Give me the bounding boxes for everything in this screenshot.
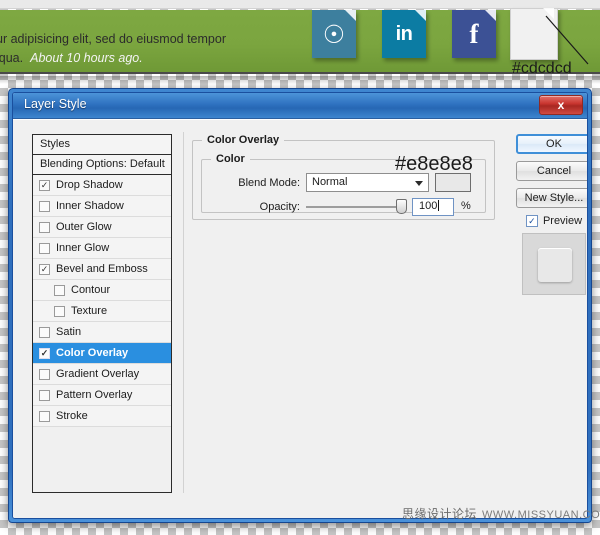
blend-mode-value: Normal: [312, 176, 348, 188]
opacity-slider-track[interactable]: [306, 206, 402, 208]
checkbox-icon[interactable]: [39, 347, 50, 359]
checkbox-icon[interactable]: [54, 305, 65, 317]
chevron-down-icon: [415, 181, 423, 186]
style-row-pattern-overlay[interactable]: Pattern Overlay: [33, 385, 171, 406]
checkbox-icon[interactable]: [39, 242, 50, 254]
tile-fold-corner: [415, 10, 426, 21]
color-subgroup-title: Color: [211, 153, 250, 165]
style-row-label: Drop Shadow: [56, 179, 123, 191]
preview-shape: [538, 248, 572, 282]
cancel-button[interactable]: Cancel: [516, 161, 587, 181]
color-overlay-group: Color Overlay Color #e8e8e8 Blend Mode: …: [192, 134, 495, 220]
checkbox-icon[interactable]: [39, 200, 50, 212]
watermark-url: WWW.MISSYUAN.COM: [482, 509, 600, 521]
checkbox-icon[interactable]: [39, 179, 50, 191]
style-row-contour[interactable]: Contour: [33, 280, 171, 301]
blend-mode-label: Blend Mode:: [238, 177, 300, 189]
style-row-label: Contour: [71, 284, 111, 296]
close-icon[interactable]: x: [539, 95, 583, 115]
style-row-stroke[interactable]: Stroke: [33, 406, 171, 427]
watermark-cn: 思缘设计论坛: [402, 507, 478, 521]
style-row-inner-glow[interactable]: Inner Glow: [33, 238, 171, 259]
style-row-label: Stroke: [56, 410, 88, 422]
checkbox-icon[interactable]: [39, 368, 50, 380]
styles-list-header: Styles: [33, 135, 171, 155]
style-row-drop-shadow[interactable]: Drop Shadow: [33, 175, 171, 196]
layer-style-dialog: Layer Style x Styles Blending Options: D…: [8, 88, 592, 523]
style-row-label: Inner Shadow: [56, 200, 124, 212]
text-caret: [438, 200, 440, 211]
style-row-label: Pattern Overlay: [56, 389, 133, 401]
style-row-label: Satin: [56, 326, 82, 338]
dialog-titlebar[interactable]: Layer Style x: [13, 93, 587, 119]
style-row-satin[interactable]: Satin: [33, 322, 171, 343]
checkbox-icon[interactable]: [39, 389, 50, 401]
new-style-button[interactable]: New Style...: [516, 188, 587, 208]
dialog-inner-frame: Layer Style x Styles Blending Options: D…: [12, 92, 588, 519]
blank-tile[interactable]: [510, 8, 558, 60]
preview-checkbox[interactable]: Preview: [516, 215, 587, 227]
opacity-slider-thumb[interactable]: [396, 199, 407, 214]
style-row-label: Texture: [71, 305, 108, 317]
background-banner: ur adipisicing elit, sed do eiusmod temp…: [0, 0, 600, 84]
banner-line-2-text: iqua.: [0, 51, 24, 65]
checkbox-icon[interactable]: [39, 263, 50, 275]
banner-line-1: ur adipisicing elit, sed do eiusmod temp…: [0, 32, 226, 46]
facebook-tile[interactable]: f: [452, 10, 496, 58]
checkbox-icon[interactable]: [39, 221, 50, 233]
checkbox-icon[interactable]: [54, 284, 65, 296]
ok-button[interactable]: OK: [516, 134, 587, 154]
preview-thumbnail: [522, 233, 586, 295]
style-row-color-overlay[interactable]: Color Overlay: [33, 343, 171, 364]
tile-fold-corner: [345, 10, 356, 21]
watermark: 思缘设计论坛 WWW.MISSYUAN.COM: [402, 505, 600, 522]
twitter-tile[interactable]: ☉: [312, 10, 356, 58]
banner-line-2: iqua. About 10 hours ago.: [0, 49, 296, 68]
style-row-label: Gradient Overlay: [56, 368, 140, 380]
style-row-label: Color Overlay: [56, 347, 129, 359]
blending-options-row[interactable]: Blending Options: Default: [33, 155, 171, 175]
opacity-value: 100: [419, 200, 438, 212]
style-row-label: Bevel and Emboss: [56, 263, 148, 275]
style-row-texture[interactable]: Texture: [33, 301, 171, 322]
dialog-title: Layer Style: [24, 97, 87, 111]
style-row-label: Outer Glow: [56, 221, 112, 233]
color-overlay-panel: Color Overlay Color #e8e8e8 Blend Mode: …: [183, 132, 503, 493]
style-row-outer-glow[interactable]: Outer Glow: [33, 217, 171, 238]
opacity-label: Opacity:: [259, 201, 300, 213]
styles-list-rows: Drop Shadow Inner Shadow Outer Glow Inner G…: [33, 175, 171, 427]
color-overlay-group-title: Color Overlay: [202, 134, 285, 146]
banner-hex-annotation: #cdcdcd: [512, 60, 572, 77]
tile-fold-corner: [543, 8, 554, 19]
screen-root: ur adipisicing elit, sed do eiusmod temp…: [0, 0, 600, 535]
preview-label: Preview: [542, 215, 583, 227]
color-swatch[interactable]: [435, 173, 471, 192]
linkedin-tile[interactable]: in: [382, 10, 426, 58]
banner-timestamp: About 10 hours ago.: [30, 51, 143, 65]
style-row-inner-shadow[interactable]: Inner Shadow: [33, 196, 171, 217]
style-row-bevel-and-emboss[interactable]: Bevel and Emboss: [33, 259, 171, 280]
dialog-button-column: OK Cancel New Style... Preview: [516, 134, 587, 295]
checkbox-icon[interactable]: [39, 326, 50, 338]
opacity-unit: %: [461, 200, 471, 212]
opacity-input[interactable]: 100: [412, 198, 454, 216]
color-subgroup: Color #e8e8e8 Blend Mode: Normal Opacity…: [201, 153, 486, 216]
styles-list[interactable]: Styles Blending Options: Default Drop Sh…: [32, 134, 172, 493]
blend-mode-select[interactable]: Normal: [306, 173, 429, 192]
dialog-body: Styles Blending Options: Default Drop Sh…: [13, 119, 587, 518]
style-row-label: Inner Glow: [56, 242, 110, 254]
style-row-gradient-overlay[interactable]: Gradient Overlay: [33, 364, 171, 385]
banner-paragraph: ur adipisicing elit, sed do eiusmod temp…: [0, 30, 296, 68]
checkbox-icon: [525, 215, 538, 227]
banner-drop-shadow: [0, 76, 600, 84]
checkbox-icon[interactable]: [39, 410, 50, 422]
tile-fold-corner: [485, 10, 496, 21]
